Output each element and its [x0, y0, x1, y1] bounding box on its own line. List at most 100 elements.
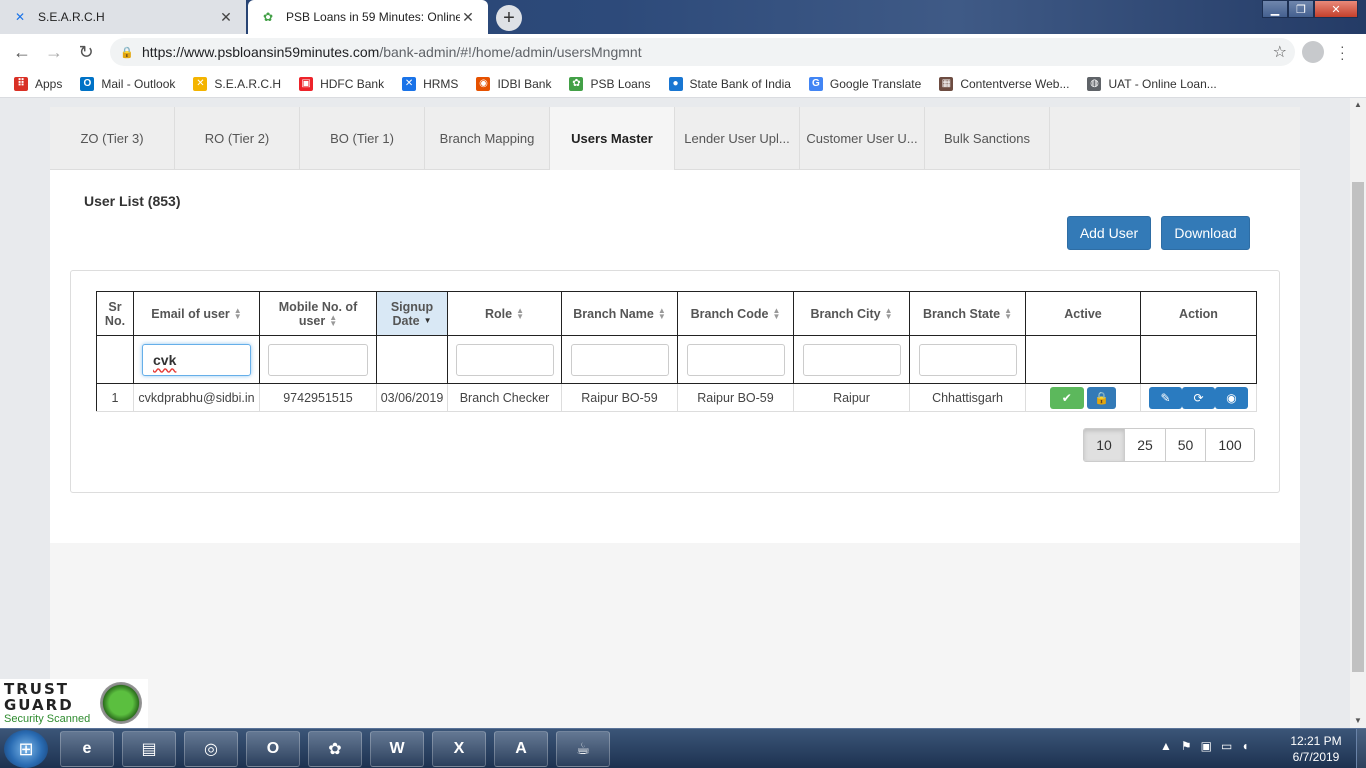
bookmark-item[interactable]: ✿ PSB Loans — [569, 76, 651, 91]
bookmark-label: Mail - Outlook — [101, 76, 176, 91]
tab-zo-tier-3[interactable]: ZO (Tier 3) — [50, 107, 175, 169]
new-tab-button[interactable]: + — [496, 5, 522, 31]
scroll-up-icon[interactable]: ▲ — [1350, 98, 1366, 112]
branch-code-filter-input[interactable] — [686, 343, 785, 376]
tray-expand-icon[interactable]: ▲ — [1160, 739, 1172, 753]
idbi-icon: ◉ — [476, 76, 491, 91]
branch-name-filter-input[interactable] — [570, 343, 669, 376]
tab-customer-user-u[interactable]: Customer User U... — [800, 107, 925, 169]
profile-avatar[interactable] — [1302, 41, 1324, 63]
bookmark-item[interactable]: O Mail - Outlook — [80, 76, 176, 91]
show-desktop-button[interactable] — [1356, 729, 1366, 768]
tab-users-master[interactable]: Users Master — [550, 107, 675, 170]
bookmark-item[interactable]: ● State Bank of India — [668, 76, 791, 91]
column-header-label: Branch Code — [690, 306, 769, 321]
role-filter-input[interactable] — [455, 343, 554, 376]
cell-branch-code: Raipur BO-59 — [677, 383, 794, 412]
java-icon[interactable]: ☕ — [556, 731, 610, 767]
email-filter-input[interactable]: cvk — [142, 343, 251, 376]
tab-branch-mapping[interactable]: Branch Mapping — [425, 107, 550, 169]
bookmark-item[interactable]: ◉ IDBI Bank — [476, 76, 551, 91]
forward-arrow-icon[interactable]: → — [38, 42, 70, 63]
browser-tab-search[interactable]: ✕ S.E.A.R.C.H ✕ — [0, 0, 246, 34]
user-list-title: User List (853) — [84, 193, 181, 209]
back-arrow-icon[interactable]: ← — [6, 42, 38, 63]
menu-kebab-icon[interactable]: · · · — [1340, 39, 1346, 65]
scroll-down-icon[interactable]: ▼ — [1350, 714, 1366, 728]
bookmark-item[interactable]: ✕ S.E.A.R.C.H — [193, 76, 281, 91]
page-size-100[interactable]: 100 — [1206, 429, 1254, 461]
lock-user-button[interactable]: 🔒 — [1087, 386, 1117, 409]
sort-icon: ▲ ▼ — [1004, 306, 1013, 322]
bookmark-item[interactable]: ◍ UAT - Online Loan... — [1087, 76, 1217, 91]
column-header[interactable]: Branch City ▲ ▼ — [793, 291, 910, 336]
scrollbar-thumb[interactable] — [1352, 182, 1364, 672]
branch-state-filter-input[interactable] — [918, 343, 1017, 376]
download-button[interactable]: Download — [1161, 216, 1250, 250]
acrobat-icon[interactable]: A — [494, 731, 548, 767]
close-tab-icon[interactable]: ✕ — [218, 9, 234, 26]
page-size-selector: 10 25 50 100 — [1083, 428, 1255, 462]
device-icon[interactable]: ▣ — [1201, 739, 1212, 753]
column-header[interactable]: Branch Code ▲ ▼ — [677, 291, 794, 336]
outlook-icon: O — [80, 76, 95, 91]
tab-bulk-sanctions[interactable]: Bulk Sanctions — [925, 107, 1050, 169]
mobile-filter-input[interactable] — [268, 343, 368, 376]
browser-tab-strip: ✕ S.E.A.R.C.H ✕ ✿ PSB Loans in 59 Minute… — [0, 0, 1366, 34]
apps-grid-icon: ⠿ — [14, 76, 28, 91]
bookmark-item[interactable]: G Google Translate — [808, 76, 922, 91]
excel-icon[interactable]: X — [432, 731, 486, 767]
user-table-panel: Sr No. Email of user ▲ ▼ Mobile No. of user ▲… — [70, 270, 1280, 493]
tab-ro-tier-2[interactable]: RO (Tier 2) — [175, 107, 300, 169]
bookmark-item[interactable]: ▣ HDFC Bank — [299, 76, 384, 91]
bookmark-item[interactable]: ⠿ Apps — [14, 76, 62, 91]
minimize-button[interactable]: ▁ — [1262, 0, 1288, 18]
action-center-icon[interactable]: ⚑ — [1181, 739, 1192, 753]
file-explorer-icon[interactable]: ▤ — [122, 731, 176, 767]
tab-lender-user-upl[interactable]: Lender User Upl... — [675, 107, 800, 169]
vertical-scrollbar[interactable]: ▲ ▼ — [1350, 98, 1366, 728]
start-button[interactable]: ⊞ — [4, 730, 48, 768]
refresh-icon: ⟳ — [1193, 390, 1204, 405]
close-window-button[interactable]: ✕ — [1314, 0, 1358, 18]
maximize-button[interactable]: ❐ — [1288, 0, 1314, 18]
bookmark-item[interactable]: ▦ Contentverse Web... — [939, 76, 1069, 91]
add-user-button[interactable]: Add User — [1067, 216, 1151, 250]
reset-user-button[interactable]: ⟳ — [1182, 386, 1215, 409]
filter-cell-empty — [1025, 335, 1141, 384]
page-size-50[interactable]: 50 — [1166, 429, 1206, 461]
window-controls: ▁ ❐ ✕ — [1262, 0, 1358, 18]
column-header[interactable]: Signup Date ▼ — [376, 291, 448, 336]
trust-guard-badge[interactable]: TRUST GUARD Security Scanned — [0, 679, 148, 728]
volume-muted-icon[interactable]: ◖ — [1241, 739, 1248, 753]
close-tab-icon[interactable]: ✕ — [460, 9, 476, 26]
column-header[interactable]: Role ▲ ▼ — [447, 291, 562, 336]
cell-mobile: 9742951515 — [259, 383, 377, 412]
column-header[interactable]: Email of user ▲ ▼ — [133, 291, 260, 336]
column-header[interactable]: Branch Name ▲ ▼ — [561, 291, 678, 336]
tab-bo-tier-1[interactable]: BO (Tier 1) — [300, 107, 425, 169]
bookmark-label: Google Translate — [829, 76, 922, 91]
network-icon[interactable]: ▭ — [1221, 739, 1232, 753]
bookmark-star-icon[interactable]: ☆ — [1273, 42, 1287, 62]
page-size-10[interactable]: 10 — [1084, 429, 1125, 461]
column-header[interactable]: Mobile No. of user ▲ ▼ — [259, 291, 377, 336]
chrome-icon[interactable]: ◎ — [184, 731, 238, 767]
psb-app-icon[interactable]: ✿ — [308, 731, 362, 767]
bookmark-label: UAT - Online Loan... — [1108, 76, 1217, 91]
sort-icon: ▲ ▼ — [233, 306, 242, 322]
address-bar[interactable]: 🔒 https://www.psbloansin59minutes.com/ba… — [110, 38, 1295, 66]
word-icon[interactable]: W — [370, 731, 424, 767]
internet-explorer-icon[interactable]: e — [60, 731, 114, 767]
edit-user-button[interactable]: ✎ — [1149, 386, 1182, 409]
reload-icon[interactable]: ↻ — [70, 42, 102, 63]
branch-city-filter-input[interactable] — [802, 343, 901, 376]
activate-check-button[interactable]: ✔ — [1049, 386, 1084, 409]
taskbar-clock[interactable]: 12:21 PM 6/7/2019 — [1284, 733, 1348, 765]
view-user-button[interactable]: ◉ — [1215, 386, 1248, 409]
column-header[interactable]: Branch State ▲ ▼ — [909, 291, 1026, 336]
bookmark-item[interactable]: ✕ HRMS — [402, 76, 458, 91]
outlook-icon[interactable]: O — [246, 731, 300, 767]
page-size-25[interactable]: 25 — [1125, 429, 1166, 461]
browser-tab-psb[interactable]: ✿ PSB Loans in 59 Minutes: Online ✕ — [248, 0, 488, 34]
